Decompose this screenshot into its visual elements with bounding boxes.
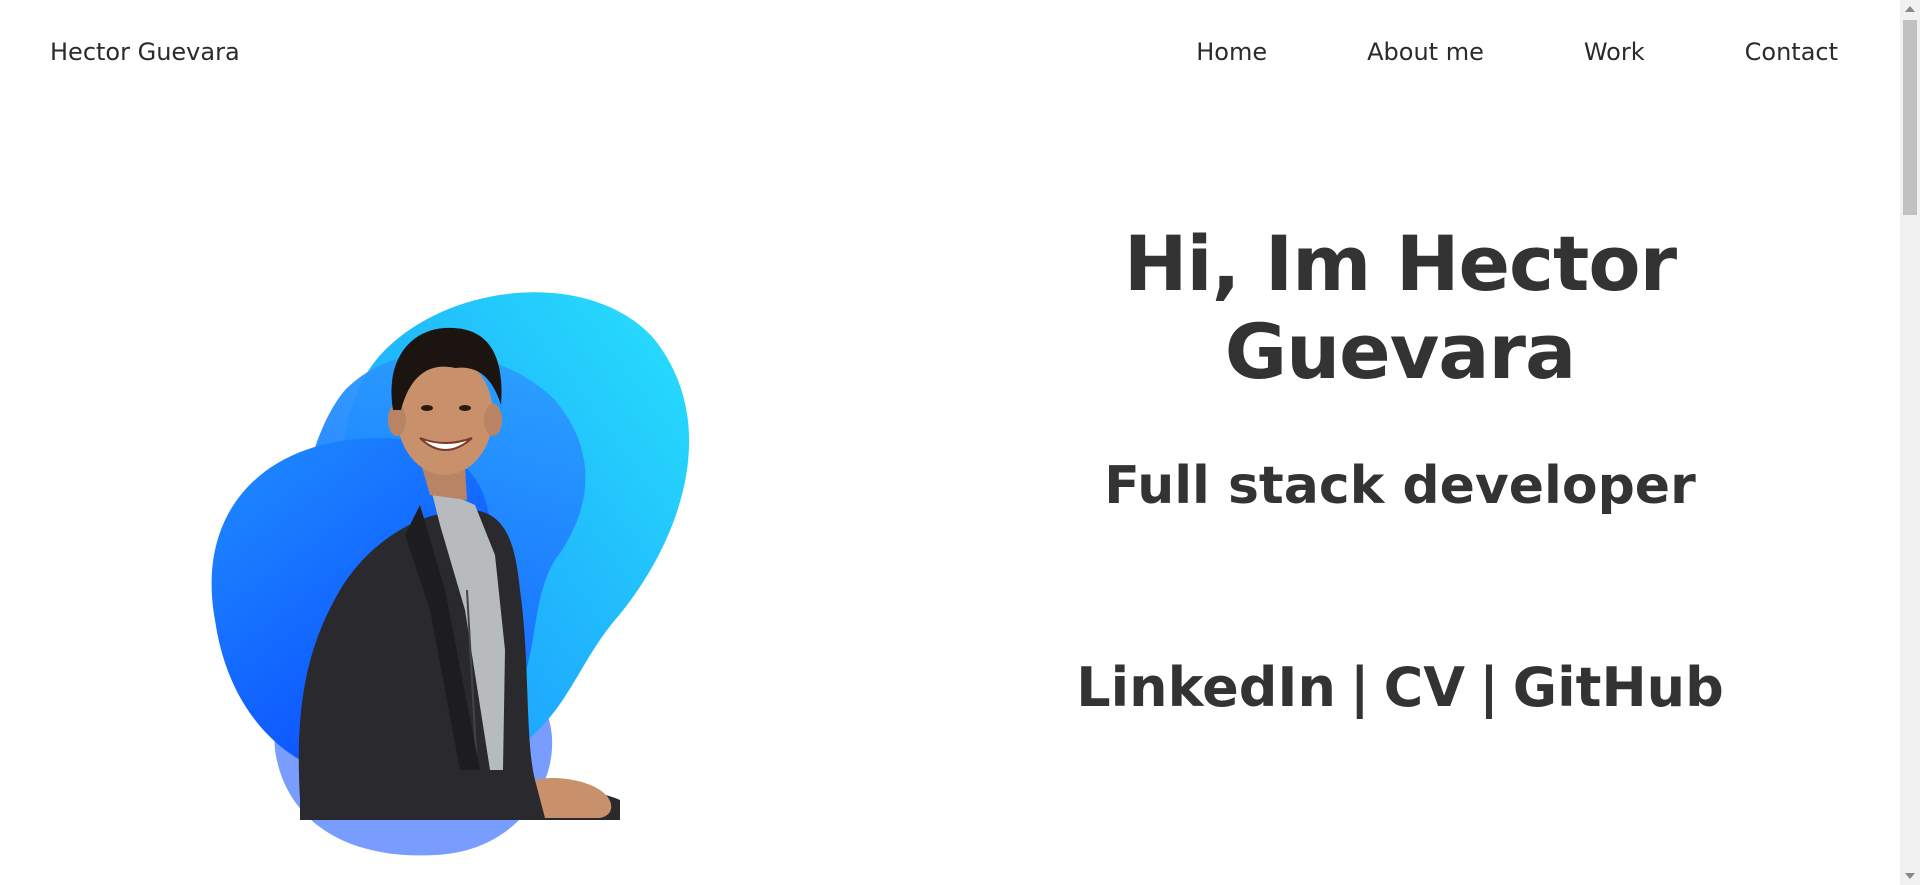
nav-item-contact[interactable]: Contact (1745, 38, 1838, 66)
nav-item-about[interactable]: About me (1367, 38, 1484, 66)
nav-item-home[interactable]: Home (1196, 38, 1267, 66)
nav-item-work[interactable]: Work (1584, 38, 1645, 66)
hand (535, 778, 612, 818)
scrollbar-thumb[interactable] (1903, 20, 1917, 215)
github-link[interactable]: GitHub (1513, 656, 1724, 719)
hero-subtitle: Full stack developer (1104, 456, 1696, 516)
link-separator: | (1479, 656, 1499, 719)
hero-title-line1: Hi, Im Hector (1123, 219, 1677, 308)
vertical-scrollbar[interactable] (1900, 0, 1920, 885)
hero-title-line2: Guevara (1224, 307, 1577, 396)
navbar: Hector Guevara Home About me Work Contac… (0, 0, 1900, 110)
social-links: LinkedIn | CV | GitHub (1000, 656, 1800, 720)
page: Hector Guevara Home About me Work Contac… (0, 0, 1920, 885)
hero-portrait (205, 290, 785, 870)
hero-title: Hi, Im Hector Guevara (1000, 220, 1800, 396)
nav-links: Home About me Work Contact (1196, 38, 1838, 66)
brand-link[interactable]: Hector Guevara (50, 38, 240, 66)
link-separator: | (1349, 656, 1370, 719)
hero-text: Hi, Im Hector Guevara Full stack develop… (1000, 220, 1800, 720)
linkedin-link[interactable]: LinkedIn (1076, 656, 1336, 719)
cv-link[interactable]: CV (1384, 656, 1465, 719)
scroll-up-arrow-icon[interactable] (1905, 6, 1915, 12)
scroll-down-arrow-icon[interactable] (1905, 873, 1915, 879)
portrait-illustration (211, 292, 690, 856)
